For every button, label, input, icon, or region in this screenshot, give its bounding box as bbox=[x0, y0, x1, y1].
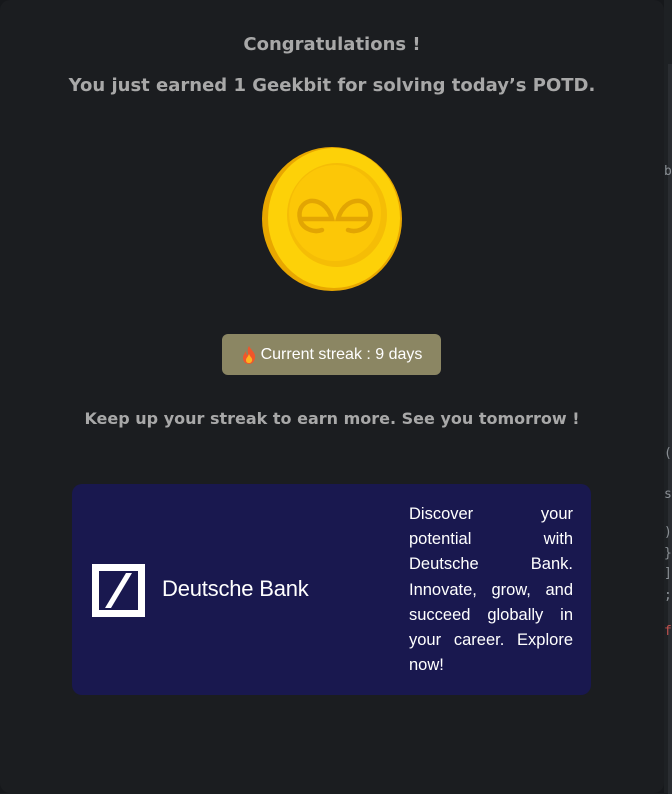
fire-icon bbox=[241, 345, 257, 365]
deutsche-bank-ad-banner[interactable]: Deutsche Bank Discover your potential wi… bbox=[72, 484, 591, 695]
background-code-glyph: f bbox=[664, 624, 672, 639]
background-code-glyph: b bbox=[664, 164, 672, 179]
deutsche-bank-logo-icon bbox=[92, 564, 145, 617]
streak-encouragement: Keep up your streak to earn more. See yo… bbox=[84, 409, 580, 428]
background-code-glyph: s bbox=[664, 487, 672, 502]
deutsche-bank-wordmark: Deutsche Bank bbox=[162, 576, 309, 601]
ad-description: Discover your potential with Deutsche Ba… bbox=[409, 505, 573, 675]
background-code-glyph: ] bbox=[664, 566, 672, 581]
potd-reward-modal: Congratulations ! You just earned 1 Geek… bbox=[0, 0, 664, 793]
modal-title: Congratulations ! bbox=[243, 34, 421, 55]
current-streak-badge: Current streak : 9 days bbox=[222, 334, 441, 375]
background-code-glyph: ; bbox=[664, 588, 672, 603]
background-code-glyph: } bbox=[664, 546, 672, 561]
geekbit-coin-icon bbox=[262, 147, 402, 291]
background-code-glyph: ( bbox=[664, 446, 672, 461]
current-streak-label: Current streak : 9 days bbox=[260, 345, 423, 363]
background-editor-edge bbox=[664, 0, 672, 794]
modal-subtitle: You just earned 1 Geekbit for solving to… bbox=[68, 75, 596, 96]
background-code-glyph: ) bbox=[664, 525, 672, 540]
